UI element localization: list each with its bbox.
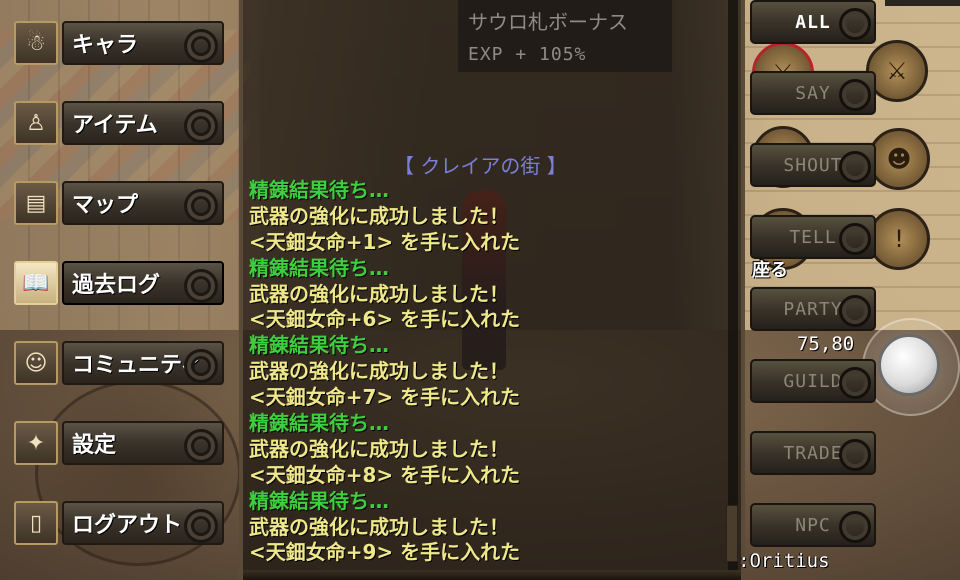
door-icon: ▯ xyxy=(14,501,58,545)
swirl-ornament-icon xyxy=(184,109,218,143)
filter-label: GUILD xyxy=(783,370,843,392)
swirl-ornament-icon xyxy=(839,439,871,471)
menu-item-community[interactable]: ☺ コミュニティ xyxy=(14,339,224,387)
swirl-ornament-icon xyxy=(839,367,871,399)
filter-label: SAY xyxy=(795,82,831,104)
community-icon: ☺ xyxy=(14,341,58,385)
joystick-knob[interactable] xyxy=(878,334,940,396)
player-name-tag: :Oritius xyxy=(738,550,830,572)
menu-button-map[interactable]: マップ xyxy=(62,181,224,225)
log-line: <天鈿女命+7> を手に入れた xyxy=(249,385,521,410)
main-menu: ☃ キャラ ♙ アイテム ▤ マップ 📖 過去ログ ☺ コミュニティ ✦ 設定 … xyxy=(14,0,238,580)
swirl-ornament-icon xyxy=(839,151,871,183)
map-icon: ▤ xyxy=(14,181,58,225)
menu-button-items[interactable]: アイテム xyxy=(62,101,224,145)
chat-filter-bar: ALL SAY SHOUT TELL PARTY GUILD TRADE NPC xyxy=(750,0,878,580)
log-line: 精錬結果待ち… xyxy=(249,178,389,202)
menu-button-community[interactable]: コミュニティ xyxy=(62,341,224,385)
log-line: <天鈿女命+9> を手に入れた xyxy=(249,540,521,565)
filter-label: NPC xyxy=(795,514,831,536)
menu-label: マップ xyxy=(72,193,139,218)
log-line: 武器の強化に成功しました！ xyxy=(249,203,509,228)
filter-trade-button[interactable]: TRADE xyxy=(750,431,876,475)
filter-tell-button[interactable]: TELL xyxy=(750,215,876,259)
filter-guild-button[interactable]: GUILD xyxy=(750,359,876,403)
filter-label: PARTY xyxy=(783,298,843,320)
menu-label: ログアウト xyxy=(72,513,183,538)
menu-item-settings[interactable]: ✦ 設定 xyxy=(14,419,224,467)
log-line: <天鈿女命+8> を手に入れた xyxy=(249,462,521,487)
filter-all-button[interactable]: ALL xyxy=(750,0,876,44)
menu-label: コミュニティ xyxy=(72,353,203,378)
menu-button-log-history[interactable]: 過去ログ xyxy=(62,261,224,305)
filter-label: SHOUT xyxy=(783,154,843,176)
log-lines: 精錬結果待ち… 武器の強化に成功しました！ <天鈿女命+1> を手に入れた 精錬… xyxy=(249,178,520,566)
filter-label: TELL xyxy=(789,226,837,248)
filter-party-button[interactable]: PARTY xyxy=(750,287,876,331)
menu-item-map[interactable]: ▤ マップ xyxy=(14,179,224,227)
open-book-icon: 📖 xyxy=(14,261,58,305)
swirl-ornament-icon xyxy=(184,429,218,463)
log-line: 武器の強化に成功しました！ xyxy=(249,436,509,461)
menu-item-logout[interactable]: ▯ ログアウト xyxy=(14,499,224,547)
menu-label: アイテム xyxy=(72,113,158,138)
filter-label: ALL xyxy=(795,11,831,33)
swirl-ornament-icon xyxy=(184,29,218,63)
log-line: <天鈿女命+1> を手に入れた xyxy=(249,229,521,254)
bonus-panel: サウロ札ボーナス EXP + 105% xyxy=(458,0,672,72)
log-bottom-edge xyxy=(243,570,741,580)
log-scrollbar[interactable] xyxy=(728,0,738,570)
log-line: 精錬結果待ち… xyxy=(249,255,389,280)
filter-shout-button[interactable]: SHOUT xyxy=(750,143,876,187)
swirl-ornament-icon xyxy=(184,509,218,543)
menu-label: 設定 xyxy=(72,433,117,458)
menu-label: キャラ xyxy=(72,33,139,58)
character-icon: ☃ xyxy=(14,21,58,65)
swirl-ornament-icon xyxy=(184,349,218,383)
swirl-ornament-icon xyxy=(839,8,871,40)
log-line: 武器の強化に成功しました！ xyxy=(249,281,509,306)
swirl-ornament-icon xyxy=(839,511,871,543)
log-line: 武器の強化に成功しました！ xyxy=(249,359,509,384)
filter-npc-button[interactable]: NPC xyxy=(750,503,876,547)
filter-say-button[interactable]: SAY xyxy=(750,71,876,115)
log-line: <天鈿女命+6> を手に入れた xyxy=(249,307,521,332)
swirl-ornament-icon xyxy=(184,189,218,223)
menu-item-character[interactable]: ☃ キャラ xyxy=(14,19,224,67)
log-line: 精錬結果待ち… xyxy=(249,333,389,358)
log-line: 精錬結果待ち… xyxy=(249,411,389,436)
menu-item-items[interactable]: ♙ アイテム xyxy=(14,99,224,147)
settings-icon: ✦ xyxy=(14,421,58,465)
menu-button-logout[interactable]: ログアウト xyxy=(62,501,224,545)
swirl-ornament-icon xyxy=(839,223,871,255)
item-bag-icon: ♙ xyxy=(14,101,58,145)
exp-bonus-value: EXP + 105% xyxy=(468,44,587,65)
menu-button-character[interactable]: キャラ xyxy=(62,21,224,65)
menu-label: 過去ログ xyxy=(72,273,161,298)
swirl-ornament-icon xyxy=(839,79,871,111)
bonus-title: サウロ札ボーナス xyxy=(468,10,628,34)
swirl-ornament-icon xyxy=(839,295,871,327)
log-line: 武器の強化に成功しました！ xyxy=(249,514,509,539)
top-right-bar xyxy=(885,0,960,6)
menu-button-settings[interactable]: 設定 xyxy=(62,421,224,465)
log-line: 精錬結果待ち… xyxy=(249,488,389,513)
log-scroll-thumb[interactable] xyxy=(726,505,738,562)
filter-label: TRADE xyxy=(783,442,843,464)
area-name: 【 クレイアの街 】 xyxy=(394,154,567,178)
menu-item-log-history[interactable]: 📖 過去ログ xyxy=(14,259,224,307)
swirl-ornament-icon xyxy=(184,269,218,303)
